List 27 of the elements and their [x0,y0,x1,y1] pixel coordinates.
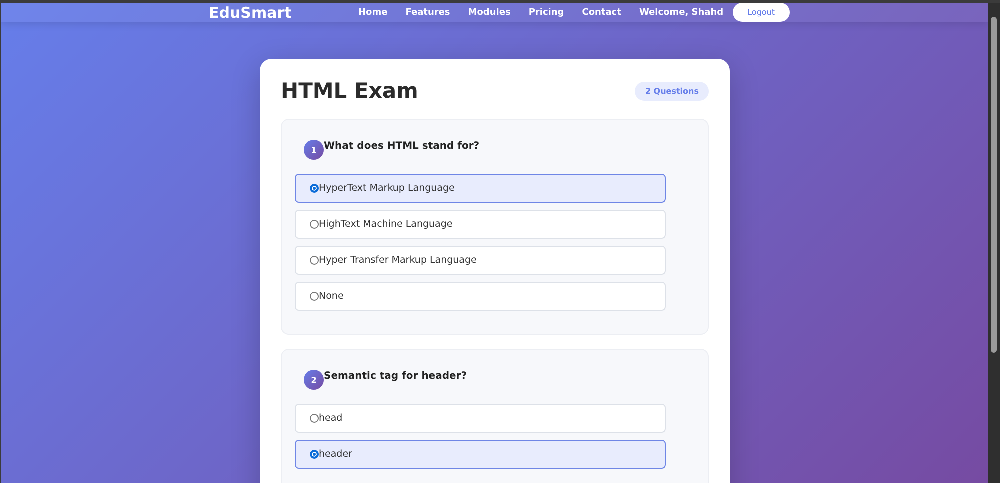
brand-logo[interactable]: EduSmart [209,4,340,22]
radio-button[interactable] [310,414,319,423]
answer-option[interactable]: HyperText Markup Language [295,174,666,203]
question-number: 1 [304,140,324,160]
radio-button[interactable] [310,450,319,459]
radio-button[interactable] [310,256,319,265]
question-number: 2 [304,370,324,390]
radio-button[interactable] [310,184,319,193]
answer-option[interactable]: Hyper Transfer Markup Language [295,246,666,275]
nav-link[interactable]: Pricing [528,8,564,18]
answer-option[interactable]: head [295,404,666,433]
logout-button[interactable]: Logout [732,3,790,22]
answer-option[interactable]: HighText Machine Language [295,210,666,239]
question-text: What does HTML stand for? [324,140,480,152]
nav-link[interactable]: Features [406,8,450,18]
question-text: Semantic tag for header? [324,370,468,382]
nav-link[interactable]: Modules [468,8,511,18]
question-count-badge: 2 Questions [635,82,709,100]
nav-link[interactable]: Home [358,8,388,18]
answer-option[interactable]: None [295,282,666,311]
answer-option[interactable]: header [295,440,666,469]
radio-button[interactable] [310,220,319,229]
welcome-text: Welcome, Shahd [639,8,724,18]
exam-title: HTML Exam [281,79,418,103]
radio-button[interactable] [310,292,319,301]
nav-link[interactable]: Contact [582,8,622,18]
scrollbar-thumb[interactable] [991,17,997,353]
